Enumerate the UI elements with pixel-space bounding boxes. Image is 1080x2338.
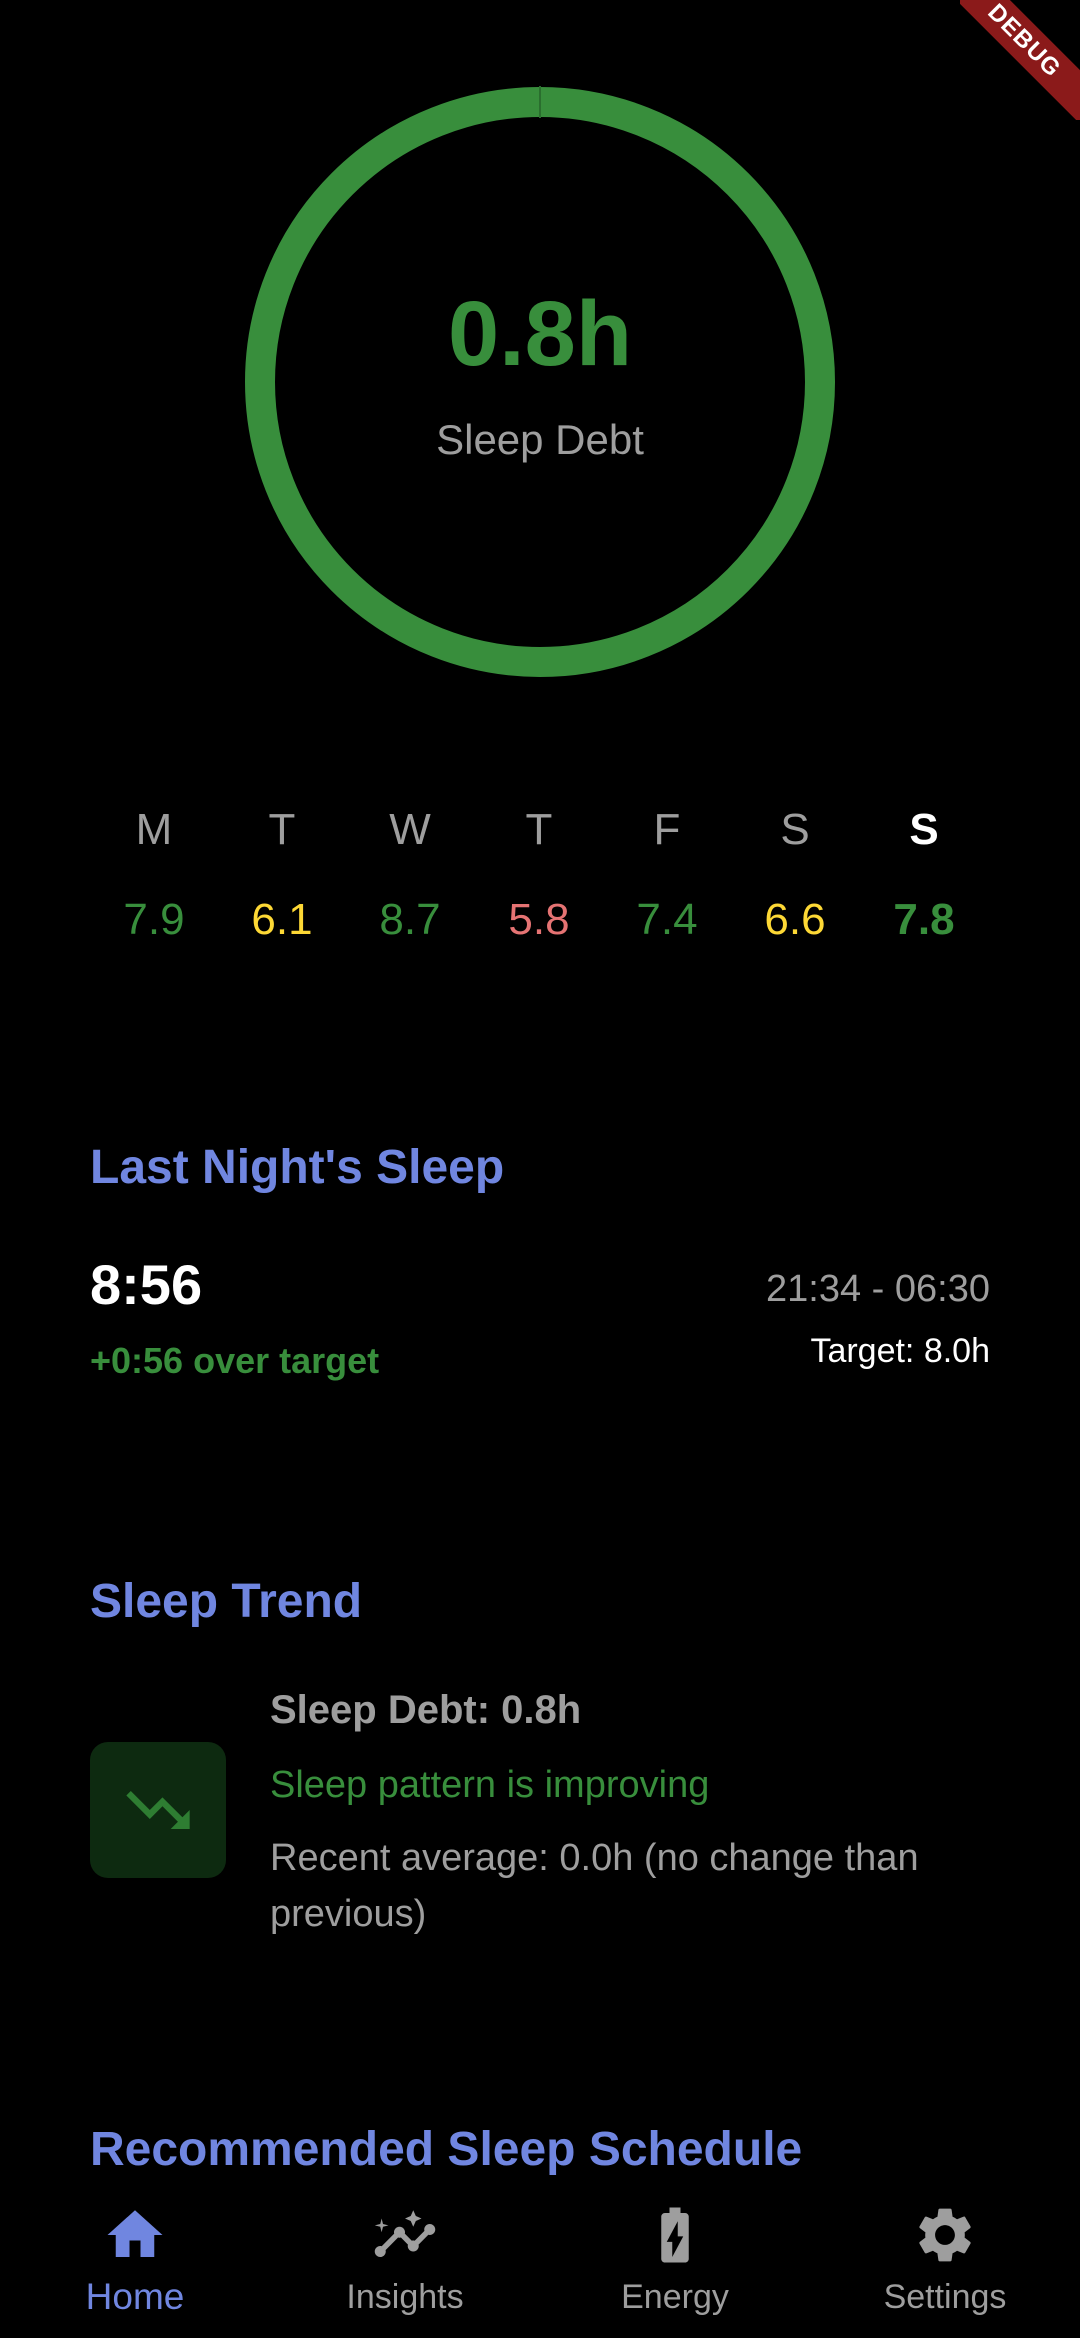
day-hours: 7.4 — [636, 895, 698, 944]
sleep-target: Target: 8.0h — [810, 1332, 990, 1370]
day-column-fri[interactable]: F 7.4 — [603, 800, 731, 950]
day-hours: 7.9 — [123, 895, 185, 944]
last-night-duration: 8:56 — [90, 1253, 203, 1316]
debug-banner: DEBUG — [960, 0, 1080, 120]
debug-banner-label: DEBUG — [960, 0, 1080, 120]
nav-item-home[interactable]: Home — [35, 2180, 235, 2318]
gear-icon — [919, 2208, 971, 2262]
day-column-mon[interactable]: M 7.9 — [90, 800, 218, 950]
sleep-debt-ring: 0.8h Sleep Debt — [244, 86, 836, 678]
sleep-debt-label: Sleep Debt — [436, 416, 644, 463]
trend-status: Sleep pattern is improving — [270, 1764, 710, 1806]
bottom-navigation: Home Insights Energy Settings — [0, 2180, 1080, 2338]
day-letter: T — [525, 805, 553, 854]
trending-down-icon — [126, 1791, 190, 1829]
home-icon — [107, 2210, 163, 2257]
day-letter: F — [653, 805, 681, 854]
day-column-thu[interactable]: T 5.8 — [475, 800, 603, 950]
over-target-text: +0:56 over target — [90, 1340, 380, 1381]
sleep-debt-value: 0.8h — [447, 283, 633, 385]
day-column-sun[interactable]: S 7.8 — [860, 800, 988, 950]
sleep-trend-title: Sleep Trend — [90, 1575, 363, 1628]
day-column-sat[interactable]: S 6.6 — [731, 800, 859, 950]
nav-label: Home — [85, 2276, 185, 2317]
day-hours: 7.8 — [893, 895, 955, 944]
nav-label: Insights — [346, 2278, 464, 2316]
nav-item-settings[interactable]: Settings — [845, 2180, 1045, 2317]
weekly-sleep-summary: M 7.9 T 6.1 W 8.7 T 5.8 F 7.4 S 6.6 S 7.… — [90, 800, 990, 960]
day-letter: T — [268, 805, 296, 854]
day-column-wed[interactable]: W 8.7 — [346, 800, 474, 950]
sleep-time-range: 21:34 - 06:30 — [766, 1268, 990, 1310]
day-hours: 8.7 — [379, 895, 441, 944]
day-letter: S — [780, 805, 810, 854]
insights-icon — [374, 2210, 436, 2257]
nav-item-energy[interactable]: Energy — [575, 2180, 775, 2317]
nav-item-insights[interactable]: Insights — [305, 2180, 505, 2317]
trend-average: Recent average: 0.0h (no change than pre… — [270, 1837, 919, 1935]
day-letter: S — [909, 805, 939, 854]
nav-label: Settings — [883, 2278, 1007, 2316]
day-letter: M — [135, 805, 173, 854]
day-hours: 6.6 — [764, 895, 826, 944]
day-letter: W — [389, 805, 431, 854]
trend-icon-box — [90, 1742, 226, 1878]
day-hours: 6.1 — [251, 895, 313, 944]
day-hours: 5.8 — [508, 895, 570, 944]
battery-charging-icon — [661, 2207, 689, 2263]
trend-sleep-debt: Sleep Debt: 0.8h — [270, 1688, 582, 1732]
last-night-title: Last Night's Sleep — [90, 1141, 505, 1194]
schedule-title: Recommended Sleep Schedule — [90, 2123, 803, 2176]
nav-label: Energy — [621, 2278, 729, 2316]
day-column-tue[interactable]: T 6.1 — [218, 800, 346, 950]
